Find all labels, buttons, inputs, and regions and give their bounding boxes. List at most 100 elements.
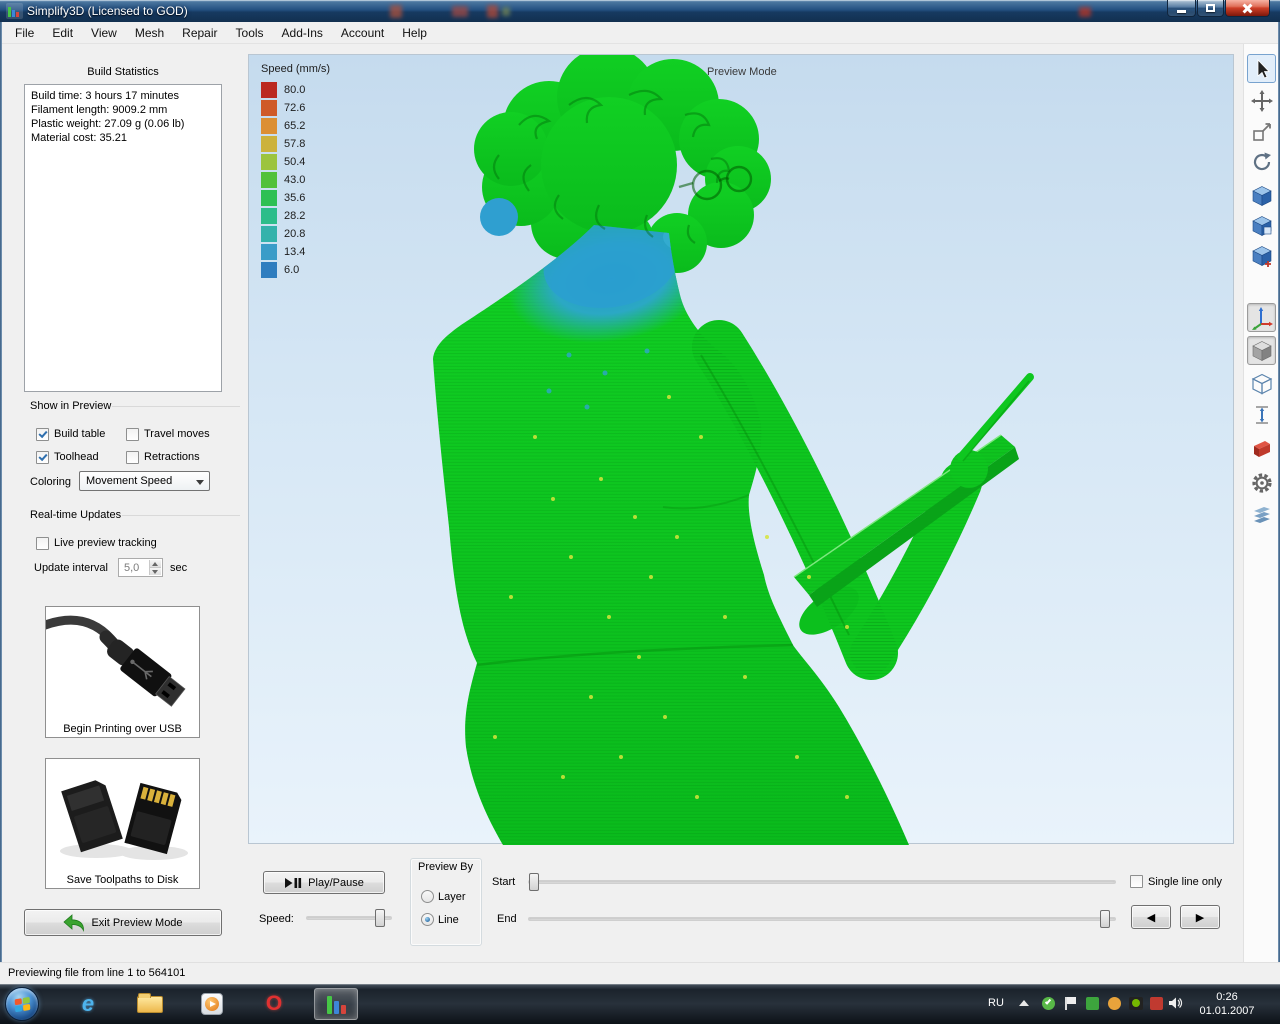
- live-preview-label: Live preview tracking: [54, 537, 157, 549]
- menu-addins[interactable]: Add-Ins: [273, 23, 332, 43]
- taskbar-media-player-icon[interactable]: [192, 988, 232, 1020]
- menu-mesh[interactable]: Mesh: [126, 23, 173, 43]
- tray-nvidia-icon[interactable]: [1128, 995, 1144, 1011]
- speed-slider-handle[interactable]: [375, 909, 385, 927]
- legend-swatch: [261, 154, 277, 170]
- preview-by-layer-radio[interactable]: [421, 890, 434, 903]
- menu-tools[interactable]: Tools: [227, 23, 273, 43]
- spinner-down-button[interactable]: [149, 567, 161, 575]
- step-back-button[interactable]: ◀: [1131, 905, 1171, 929]
- tray-update-icon[interactable]: [1040, 995, 1056, 1011]
- preview-mode-button[interactable]: [1247, 336, 1276, 365]
- start-slider-track[interactable]: [528, 880, 1116, 884]
- support-button[interactable]: [1247, 434, 1276, 463]
- speaker-icon: [1168, 996, 1183, 1010]
- end-slider-track[interactable]: [528, 917, 1116, 921]
- clock-time: 0:26: [1192, 990, 1262, 1004]
- tray-app-orange-icon[interactable]: [1106, 995, 1122, 1011]
- tray-flag-icon[interactable]: [1062, 995, 1078, 1011]
- preview-by-line-radio[interactable]: [421, 913, 434, 926]
- app-icon[interactable]: [6, 3, 23, 19]
- cursor-icon: [1250, 57, 1274, 81]
- 3d-viewport[interactable]: Speed (mm/s) 80.072.665.257.850.443.035.…: [248, 54, 1234, 844]
- settings-button[interactable]: [1247, 468, 1276, 497]
- legend-value: 43.0: [284, 174, 305, 186]
- scale-tool-button[interactable]: [1247, 117, 1276, 146]
- rotate-tool-button[interactable]: [1247, 147, 1276, 176]
- taskbar-opera-icon[interactable]: O: [254, 988, 294, 1020]
- end-slider-handle[interactable]: [1100, 910, 1110, 928]
- minimize-button[interactable]: [1167, 0, 1196, 17]
- begin-printing-usb-button[interactable]: Begin Printing over USB: [45, 606, 200, 738]
- tray-app-green-icon[interactable]: [1084, 995, 1100, 1011]
- wireframe-cube-icon: [1250, 372, 1274, 396]
- play-pause-label: Play/Pause: [308, 877, 364, 889]
- status-text: Previewing file from line 1 to 564101: [8, 967, 185, 979]
- coloring-dropdown[interactable]: Movement Speed: [79, 471, 210, 491]
- titlebar[interactable]: Simplify3D (Licensed to GOD): [0, 0, 1280, 22]
- legend-value: 50.4: [284, 156, 305, 168]
- legend-entries: 80.072.665.257.850.443.035.628.220.813.4…: [261, 81, 330, 279]
- hidden-icons-button[interactable]: [1016, 995, 1032, 1011]
- menu-view[interactable]: View: [82, 23, 126, 43]
- preview-by-title: Preview By: [418, 861, 473, 873]
- maximize-button[interactable]: [1197, 0, 1224, 17]
- taskbar-folder-icon[interactable]: [130, 988, 170, 1020]
- coloring-label: Coloring: [30, 476, 71, 488]
- legend-swatch: [261, 244, 277, 260]
- measure-button[interactable]: [1247, 400, 1276, 429]
- close-button[interactable]: [1225, 0, 1270, 17]
- menu-file[interactable]: File: [6, 23, 43, 43]
- layers-button[interactable]: [1247, 500, 1276, 529]
- spinner-buttons: [149, 560, 161, 575]
- update-interval-spinner[interactable]: 5,0: [118, 558, 163, 577]
- start-slider-handle[interactable]: [529, 873, 539, 891]
- single-line-label: Single line only: [1148, 876, 1222, 888]
- start-label: Start: [492, 876, 515, 888]
- single-line-checkbox[interactable]: [1130, 875, 1143, 888]
- travel-moves-checkbox[interactable]: [126, 428, 139, 441]
- play-pause-button[interactable]: Play/Pause: [263, 871, 385, 894]
- tray-volume-icon[interactable]: [1167, 995, 1183, 1011]
- legend-entry: 20.8: [261, 225, 330, 243]
- ruler-arrow-icon: [1250, 403, 1274, 427]
- window-controls: [1167, 0, 1270, 17]
- model-cube-3-button[interactable]: [1247, 241, 1276, 270]
- menu-help[interactable]: Help: [393, 23, 436, 43]
- toolhead-checkbox[interactable]: [36, 451, 49, 464]
- menu-repair[interactable]: Repair: [173, 23, 226, 43]
- select-tool-button[interactable]: [1247, 54, 1276, 83]
- taskbar-clock[interactable]: 0:26 01.01.2007: [1192, 990, 1262, 1018]
- translate-tool-button[interactable]: [1247, 86, 1276, 115]
- orange-app-icon: [1108, 997, 1121, 1010]
- legend-entry: 72.6: [261, 99, 330, 117]
- spinner-up-button[interactable]: [149, 560, 161, 567]
- model-cube-1-button[interactable]: [1247, 181, 1276, 210]
- save-toolpaths-label: Save Toolpaths to Disk: [46, 874, 199, 886]
- menu-account[interactable]: Account: [332, 23, 393, 43]
- axes-toggle-button[interactable]: [1247, 303, 1276, 332]
- legend-entry: 13.4: [261, 243, 330, 261]
- menu-edit[interactable]: Edit: [43, 23, 82, 43]
- step-forward-button[interactable]: ▶: [1180, 905, 1220, 929]
- taskbar-simplify3d-icon[interactable]: [314, 988, 358, 1020]
- scale-icon: [1250, 120, 1274, 144]
- step-forward-icon: ▶: [1196, 911, 1204, 924]
- save-toolpaths-button[interactable]: Save Toolpaths to Disk: [45, 758, 200, 889]
- model-cube-2-button[interactable]: [1247, 211, 1276, 240]
- retractions-checkbox[interactable]: [126, 451, 139, 464]
- live-preview-checkbox[interactable]: [36, 537, 49, 550]
- exit-preview-button[interactable]: Exit Preview Mode: [24, 909, 222, 936]
- legend-entry: 28.2: [261, 207, 330, 225]
- cross-section-button[interactable]: [1247, 369, 1276, 398]
- language-indicator[interactable]: RU: [988, 997, 1004, 1009]
- legend-entry: 6.0: [261, 261, 330, 279]
- preview-by-layer-label: Layer: [438, 891, 466, 903]
- start-button[interactable]: [5, 987, 39, 1021]
- taskbar-internet-explorer-icon[interactable]: e: [68, 988, 108, 1020]
- tray-app-red-icon[interactable]: [1148, 995, 1164, 1011]
- update-interval-value: 5,0: [124, 562, 139, 574]
- exit-preview-label: Exit Preview Mode: [91, 917, 182, 929]
- play-pause-icon: [284, 877, 302, 889]
- build-table-checkbox[interactable]: [36, 428, 49, 441]
